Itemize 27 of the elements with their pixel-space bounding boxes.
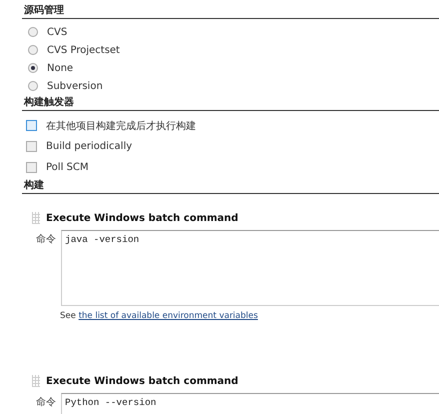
step-title: Execute Windows batch command <box>46 212 238 224</box>
checkbox-label: Poll SCM <box>46 162 88 173</box>
radio-button[interactable] <box>28 27 38 37</box>
field-label: 命令 <box>36 396 57 409</box>
checkbox[interactable] <box>26 162 37 173</box>
checkbox-label: Build periodically <box>46 141 132 152</box>
radio-label: CVS <box>47 26 68 38</box>
section-header: 源码管理 <box>22 3 439 19</box>
radio-label: CVS Projectset <box>47 44 120 56</box>
drag-handle-icon[interactable] <box>32 212 40 224</box>
checkbox[interactable] <box>26 120 37 131</box>
drag-handle-icon[interactable] <box>32 375 40 387</box>
command-field[interactable]: Python --version <box>61 393 439 414</box>
radio-button[interactable] <box>28 81 38 91</box>
help-link[interactable]: the list of available environment variables <box>78 311 258 321</box>
section-header: 构建触发器 <box>22 95 439 111</box>
checkbox[interactable] <box>26 141 37 152</box>
radio-label: Subversion <box>47 80 103 92</box>
section-header: 构建 <box>22 178 439 194</box>
radio-button[interactable] <box>28 45 38 55</box>
checkbox-label: 在其他项目构建完成后才执行构建 <box>46 120 196 132</box>
command-field[interactable]: java -version <box>61 230 439 306</box>
help-text: See the list of available environment variables <box>59 310 259 321</box>
radio-label: None <box>47 62 74 74</box>
step-title: Execute Windows batch command <box>46 376 238 386</box>
field-label: 命令 <box>36 233 57 246</box>
radio-button[interactable] <box>28 63 38 73</box>
